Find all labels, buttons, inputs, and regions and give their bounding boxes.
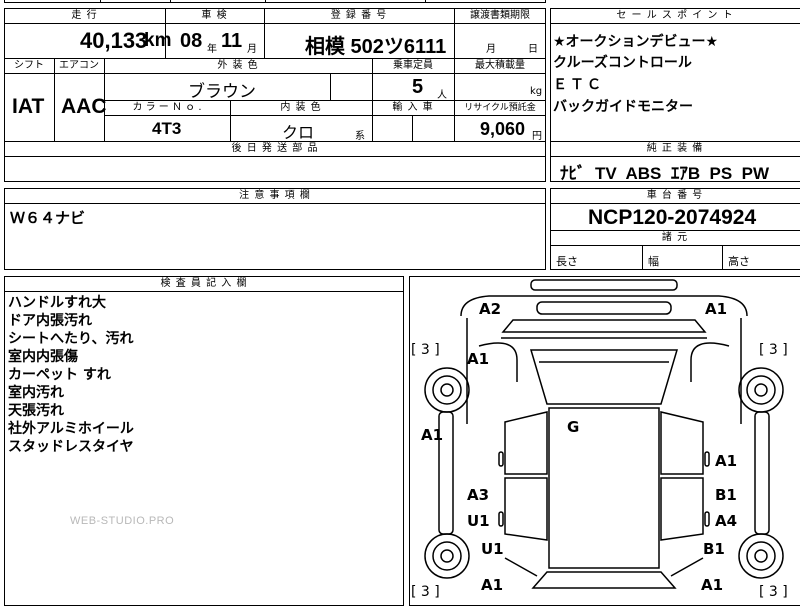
shift-header: シフト — [14, 60, 44, 71]
color-no-value: 4T3 — [152, 119, 182, 138]
recycle-fee-value: 9,060 — [480, 119, 526, 139]
maxload-header: 最大積載量 — [475, 60, 525, 71]
remark-line: 天張汚れ — [8, 403, 64, 419]
top-strip — [4, 0, 546, 3]
tire-mark-front-right: [ 3 ] — [759, 342, 788, 358]
damage-mark-door-lu: U1 — [467, 512, 490, 530]
chassis-header: 車 台 番 号 — [646, 190, 704, 201]
shaken-year: 08 — [180, 30, 203, 52]
import-header: 輸 入 車 — [392, 102, 434, 113]
remark-line: 室内内張傷 — [8, 349, 78, 365]
damage-mark-front-left: A2 — [479, 300, 501, 318]
equipment-value: ﾅﾋﾞ TV ABS ｴｱB PS PW — [560, 164, 770, 183]
registration-header: 登 録 番 号 — [330, 10, 388, 21]
capacity-unit: 人 — [437, 90, 447, 101]
later-parts-header: 後 日 発 送 部 品 — [231, 143, 319, 154]
year-unit: 年 — [207, 44, 217, 55]
damage-mark-fender-rl: U1 — [481, 540, 504, 558]
mileage-value: 40,133 — [80, 28, 148, 53]
mileage-header: 走 行 — [71, 10, 98, 21]
damage-mark-door-rf: A1 — [715, 452, 737, 470]
damage-mark-roof: G — [567, 418, 579, 436]
exterior-color-value: ブラウン — [188, 82, 256, 102]
damage-mark-side-left: A1 — [421, 426, 443, 444]
remark-line: ドア内張汚れ — [8, 313, 92, 329]
watermark: WEB-STUDIO.PRO — [70, 515, 175, 527]
interior-color-value: クロ — [282, 123, 315, 142]
damage-mark-rear-right: A1 — [701, 576, 723, 594]
exterior-color-header: 外 装 色 — [217, 60, 259, 71]
month-unit: 月 — [247, 44, 257, 55]
sales-point-item: クルーズコントロール — [553, 55, 692, 71]
height-label: 高さ — [728, 255, 750, 268]
transfer-deadline-header: 譲渡書類期限 — [470, 10, 530, 21]
registration-number: 相模 502ツ6111 — [305, 36, 447, 58]
remark-line: 室内汚れ — [8, 385, 64, 401]
damage-mark-door-lr: A3 — [467, 486, 489, 504]
remark-line: スタッドレスタイヤ — [8, 439, 134, 455]
damage-mark-fender-fl: A1 — [467, 350, 489, 368]
capacity-value: 5 — [412, 76, 424, 98]
remark-line: シートへたり、汚れ — [8, 331, 134, 347]
damage-mark-rear-left: A1 — [481, 576, 503, 594]
capacity-header: 乗車定員 — [393, 60, 433, 71]
shift-value: IAT — [12, 95, 45, 118]
damage-mark-front-right: A1 — [705, 300, 727, 318]
notes-value: Ｗ６４ナビ — [10, 209, 86, 227]
sales-points-header: セ ー ル ス ポ イ ン ト — [616, 10, 734, 21]
remark-line: 社外アルミホイール — [8, 421, 134, 437]
transfer-month-unit: 月 — [486, 44, 496, 55]
remark-line: ハンドルすれ大 — [8, 295, 106, 311]
width-label: 幅 — [648, 255, 659, 268]
recycle-fee-header: リサイクル預託金 — [464, 103, 536, 113]
equipment-header: 純 正 装 備 — [646, 143, 704, 154]
interior-color-suffix: 系 — [355, 131, 365, 142]
inspector-header: 検 査 員 記 入 欄 — [160, 278, 248, 289]
shaken-header: 車 検 — [201, 10, 228, 21]
damage-mark-door-rr: B1 — [715, 486, 737, 504]
aircon-header: エアコン — [59, 60, 99, 71]
color-no-header: カ ラ ー Ｎ ｏ . — [132, 102, 202, 113]
damage-mark-door-ra4: A4 — [715, 512, 737, 530]
sales-point-item: バックガイドモニター — [553, 99, 693, 115]
notes-header: 注 意 事 項 欄 — [239, 190, 311, 201]
sales-point-item: ＥＴＣ — [553, 77, 604, 93]
dimensions-header: 諸 元 — [661, 232, 689, 243]
interior-color-header: 内 装 色 — [280, 102, 322, 113]
tire-mark-rear-left: [ 3 ] — [411, 584, 440, 600]
chassis-number: NCP120-2074924 — [588, 206, 757, 229]
recycle-fee-unit: 円 — [532, 131, 542, 142]
damage-mark-fender-rr: B1 — [703, 540, 725, 558]
aircon-value: AAC — [61, 95, 107, 118]
remark-line: カーペット すれ — [8, 367, 111, 383]
car-diagram: A2 A1 [ 3 ] [ 3 ] A1 G A1 A1 A3 B1 U1 A4… — [411, 279, 788, 600]
transfer-day-unit: 日 — [528, 44, 538, 55]
tire-mark-front-left: [ 3 ] — [411, 342, 440, 358]
sales-point-item: ★オークションデビュー★ — [553, 34, 719, 50]
maxload-unit: kg — [530, 86, 543, 97]
mileage-unit: km — [144, 30, 172, 51]
length-label: 長さ — [556, 255, 578, 268]
shaken-month: 11 — [221, 30, 243, 52]
tire-mark-rear-right: [ 3 ] — [759, 584, 788, 600]
